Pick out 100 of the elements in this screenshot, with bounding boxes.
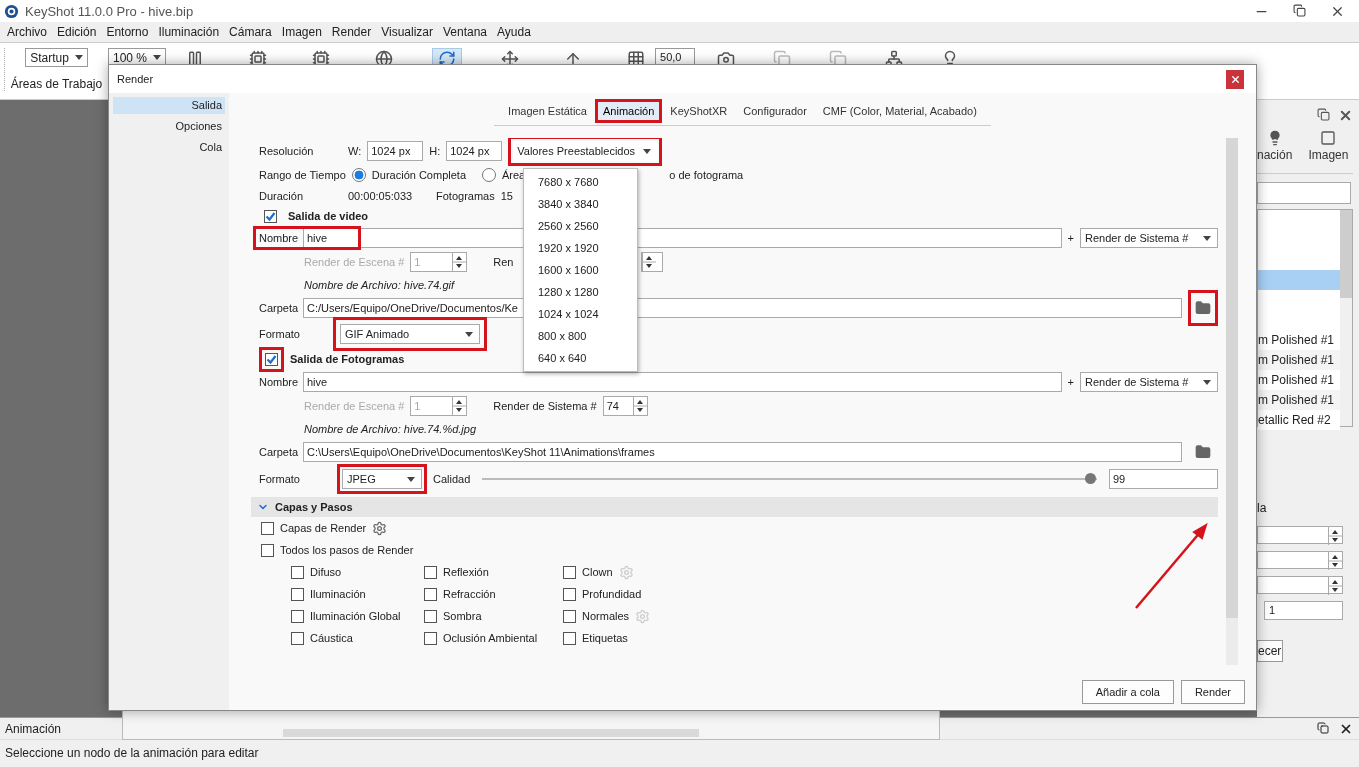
scrollbar-thumb[interactable] xyxy=(283,729,699,737)
spin-arrows-icon[interactable] xyxy=(1328,577,1342,595)
format-dropdown[interactable]: JPEG xyxy=(342,469,422,489)
presets-dropdown[interactable]: Valores Preestablecidos xyxy=(513,141,658,161)
spin-arrows-icon[interactable] xyxy=(1328,527,1342,545)
checkbox[interactable] xyxy=(291,565,304,579)
height-field[interactable]: 1024 px xyxy=(446,141,503,161)
menu-item[interactable]: Ayuda xyxy=(492,25,536,39)
spin-arrows-icon[interactable] xyxy=(452,397,467,415)
checkbox[interactable] xyxy=(563,587,576,601)
folder-button[interactable] xyxy=(1188,290,1218,326)
folder-field[interactable]: C:\Users\Equipo\OneDrive\Documentos\KeyShot 11\Animations\frames xyxy=(303,442,1182,462)
radio-button[interactable] xyxy=(482,168,496,182)
field-label: Formato xyxy=(259,327,301,341)
radio-button[interactable] xyxy=(351,168,366,182)
menu-item[interactable]: Archivo xyxy=(2,25,52,39)
checkbox[interactable] xyxy=(261,521,274,535)
dialog-button[interactable]: Añadir a cola xyxy=(1081,680,1174,704)
menu-item[interactable]: Render xyxy=(326,25,377,39)
checkbox[interactable] xyxy=(261,543,274,557)
workspace-dropdown[interactable]: Startup xyxy=(25,48,88,67)
sidebar-item[interactable]: Salida xyxy=(113,97,225,114)
name-field[interactable]: hive xyxy=(303,372,1062,392)
naming-dropdown[interactable]: Render de Sistema # xyxy=(1080,228,1218,248)
sidebar-item[interactable]: Opciones xyxy=(113,118,225,135)
menu-option[interactable]: 7680 x 7680 xyxy=(524,171,637,193)
section-title: Capas y Pasos xyxy=(275,501,353,513)
app-logo-icon xyxy=(4,3,19,19)
spin-field[interactable] xyxy=(1257,526,1343,544)
dialog-button[interactable]: Render xyxy=(1180,680,1245,704)
checkbox-label: Oclusión Ambiental xyxy=(443,631,538,645)
field-label: Render de Sistema # xyxy=(493,399,597,413)
format-dropdown[interactable]: GIF Animado xyxy=(340,324,480,344)
spin-field[interactable] xyxy=(1257,551,1343,569)
restore-icon[interactable] xyxy=(1293,3,1306,17)
menu-option[interactable]: 640 x 640 xyxy=(524,347,637,369)
checkbox-label: Iluminación xyxy=(310,587,366,601)
checkbox[interactable] xyxy=(264,209,277,223)
radio-label: o de fotograma xyxy=(669,168,744,182)
menu-item[interactable]: Cámara xyxy=(224,25,277,39)
checkbox-label: Cáustica xyxy=(310,631,353,645)
width-field[interactable]: 1024 px xyxy=(367,141,424,161)
checkbox[interactable] xyxy=(291,631,304,645)
gear-icon[interactable] xyxy=(372,520,388,536)
folder-icon xyxy=(1195,444,1211,460)
checkbox[interactable] xyxy=(291,609,304,623)
spin-arrows-icon[interactable] xyxy=(452,253,467,271)
spin-arrows-icon[interactable] xyxy=(632,397,647,415)
list-row[interactable]: m Polished #1 xyxy=(1258,350,1340,370)
checkbox[interactable] xyxy=(424,609,437,623)
menu-item[interactable]: Entorno xyxy=(101,25,154,39)
checkbox[interactable] xyxy=(424,565,437,579)
tab[interactable]: Animación xyxy=(595,99,663,123)
sidebar-item[interactable]: Cola xyxy=(113,139,225,156)
checkbox[interactable] xyxy=(563,631,576,645)
menu-option[interactable]: 800 x 800 xyxy=(524,325,637,347)
checkbox[interactable] xyxy=(291,587,304,601)
file-name-text: Nombre de Archivo: hive.74.%d.jpg xyxy=(304,423,476,435)
close-button[interactable] xyxy=(1226,69,1244,89)
field-label: W: xyxy=(348,144,362,158)
spin-field[interactable]: 74 xyxy=(602,396,648,416)
float-icon[interactable] xyxy=(1317,108,1330,121)
spin-field[interactable] xyxy=(1257,576,1343,594)
tab[interactable]: CMF (Color, Material, Acabado) xyxy=(814,99,985,123)
slider-thumb[interactable] xyxy=(1084,473,1096,484)
checkbox[interactable] xyxy=(563,565,576,579)
search-field[interactable] xyxy=(1257,182,1351,204)
checkbox[interactable] xyxy=(265,352,278,366)
list-row[interactable]: m Polished #1 xyxy=(1258,390,1340,410)
panel-tab[interactable]: nación xyxy=(1257,130,1293,173)
quality-field[interactable]: 99 xyxy=(1109,469,1218,489)
section-header[interactable]: Capas y Pasos xyxy=(251,497,1218,517)
float-icon[interactable] xyxy=(1317,721,1329,734)
scrollbar-thumb[interactable] xyxy=(1340,210,1352,298)
menu-item[interactable]: Iluminación xyxy=(153,25,225,39)
field-label: Render de Escena # xyxy=(304,255,405,269)
checkbox[interactable] xyxy=(424,587,437,601)
checkbox[interactable] xyxy=(563,609,576,623)
spin-arrows-icon[interactable] xyxy=(1328,552,1342,570)
tab[interactable]: Configurador xyxy=(735,99,815,123)
menu-item[interactable]: Imagen xyxy=(276,25,327,39)
tab[interactable]: KeyShotXR xyxy=(662,99,736,123)
panel-tab[interactable]: Imagen xyxy=(1308,130,1349,173)
plus-sign: + xyxy=(1067,375,1074,389)
tab[interactable]: Imagen Estática xyxy=(500,99,595,123)
window-title: KeyShot 11.0.0 Pro - hive.bip xyxy=(25,3,194,19)
menu-option[interactable]: 1600 x 1600 xyxy=(524,259,637,281)
scrollbar-thumb[interactable] xyxy=(1226,138,1238,618)
checkbox[interactable] xyxy=(424,631,437,645)
menu-item[interactable]: Visualizar xyxy=(376,25,438,39)
menu-option[interactable]: 3840 x 3840 xyxy=(524,193,637,215)
menu-item[interactable]: Ventana xyxy=(438,25,493,39)
checkbox-label: Todos los pasos de Render xyxy=(280,543,414,557)
panel-button[interactable]: ecer xyxy=(1257,640,1283,662)
spin-arrows-icon[interactable] xyxy=(642,253,657,271)
spin-field[interactable] xyxy=(641,252,664,272)
naming-dropdown[interactable]: Render de Sistema # xyxy=(1080,372,1218,392)
number-field[interactable]: 1 xyxy=(1264,601,1343,620)
menu-item[interactable]: Edición xyxy=(52,25,102,39)
close-icon[interactable] xyxy=(1338,108,1353,123)
